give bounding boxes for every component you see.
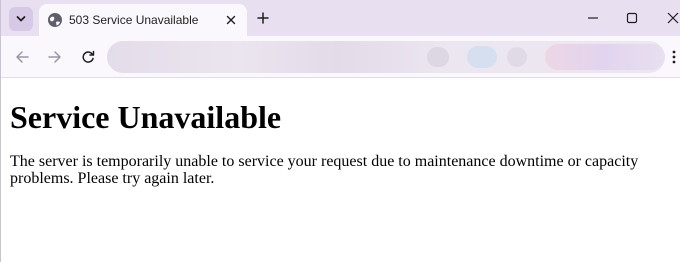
maximize-icon — [626, 12, 638, 24]
browser-window: 503 Service Unavailable Service Unavaila… — [0, 0, 680, 262]
back-button[interactable] — [12, 47, 32, 67]
browser-menu-button[interactable] — [667, 47, 680, 67]
error-message: The server is temporarily unable to serv… — [10, 153, 639, 187]
blurred-omnibox-icon — [427, 47, 449, 67]
address-bar[interactable] — [107, 41, 665, 73]
blurred-extension-icon[interactable] — [507, 47, 527, 67]
kebab-menu-icon — [672, 50, 676, 64]
tab-strip: 503 Service Unavailable — [1, 0, 680, 36]
new-tab-button[interactable] — [253, 8, 273, 28]
maximize-button[interactable] — [620, 6, 644, 30]
minimize-button[interactable] — [581, 6, 605, 30]
blurred-profile-area[interactable] — [545, 44, 665, 70]
reload-icon — [82, 50, 95, 63]
arrow-right-icon — [48, 51, 61, 63]
tab-search-button[interactable] — [9, 7, 33, 31]
page-content: Service Unavailable The server is tempor… — [1, 79, 680, 262]
tab-close-button[interactable] — [223, 12, 239, 28]
close-window-button[interactable] — [661, 6, 680, 30]
page-heading: Service Unavailable — [10, 99, 282, 135]
reload-button[interactable] — [78, 47, 98, 67]
minimize-icon — [588, 17, 598, 19]
close-icon — [667, 12, 679, 24]
globe-icon — [48, 13, 62, 27]
chevron-down-icon — [16, 16, 26, 22]
blurred-url-text — [107, 41, 437, 73]
blurred-extension-icon[interactable] — [467, 46, 497, 68]
plus-icon — [257, 12, 269, 24]
forward-button[interactable] — [45, 47, 65, 67]
browser-toolbar — [1, 36, 680, 78]
active-tab[interactable]: 503 Service Unavailable — [39, 4, 247, 36]
arrow-left-icon — [16, 51, 29, 63]
tab-title: 503 Service Unavailable — [69, 13, 199, 27]
close-icon — [226, 15, 236, 25]
